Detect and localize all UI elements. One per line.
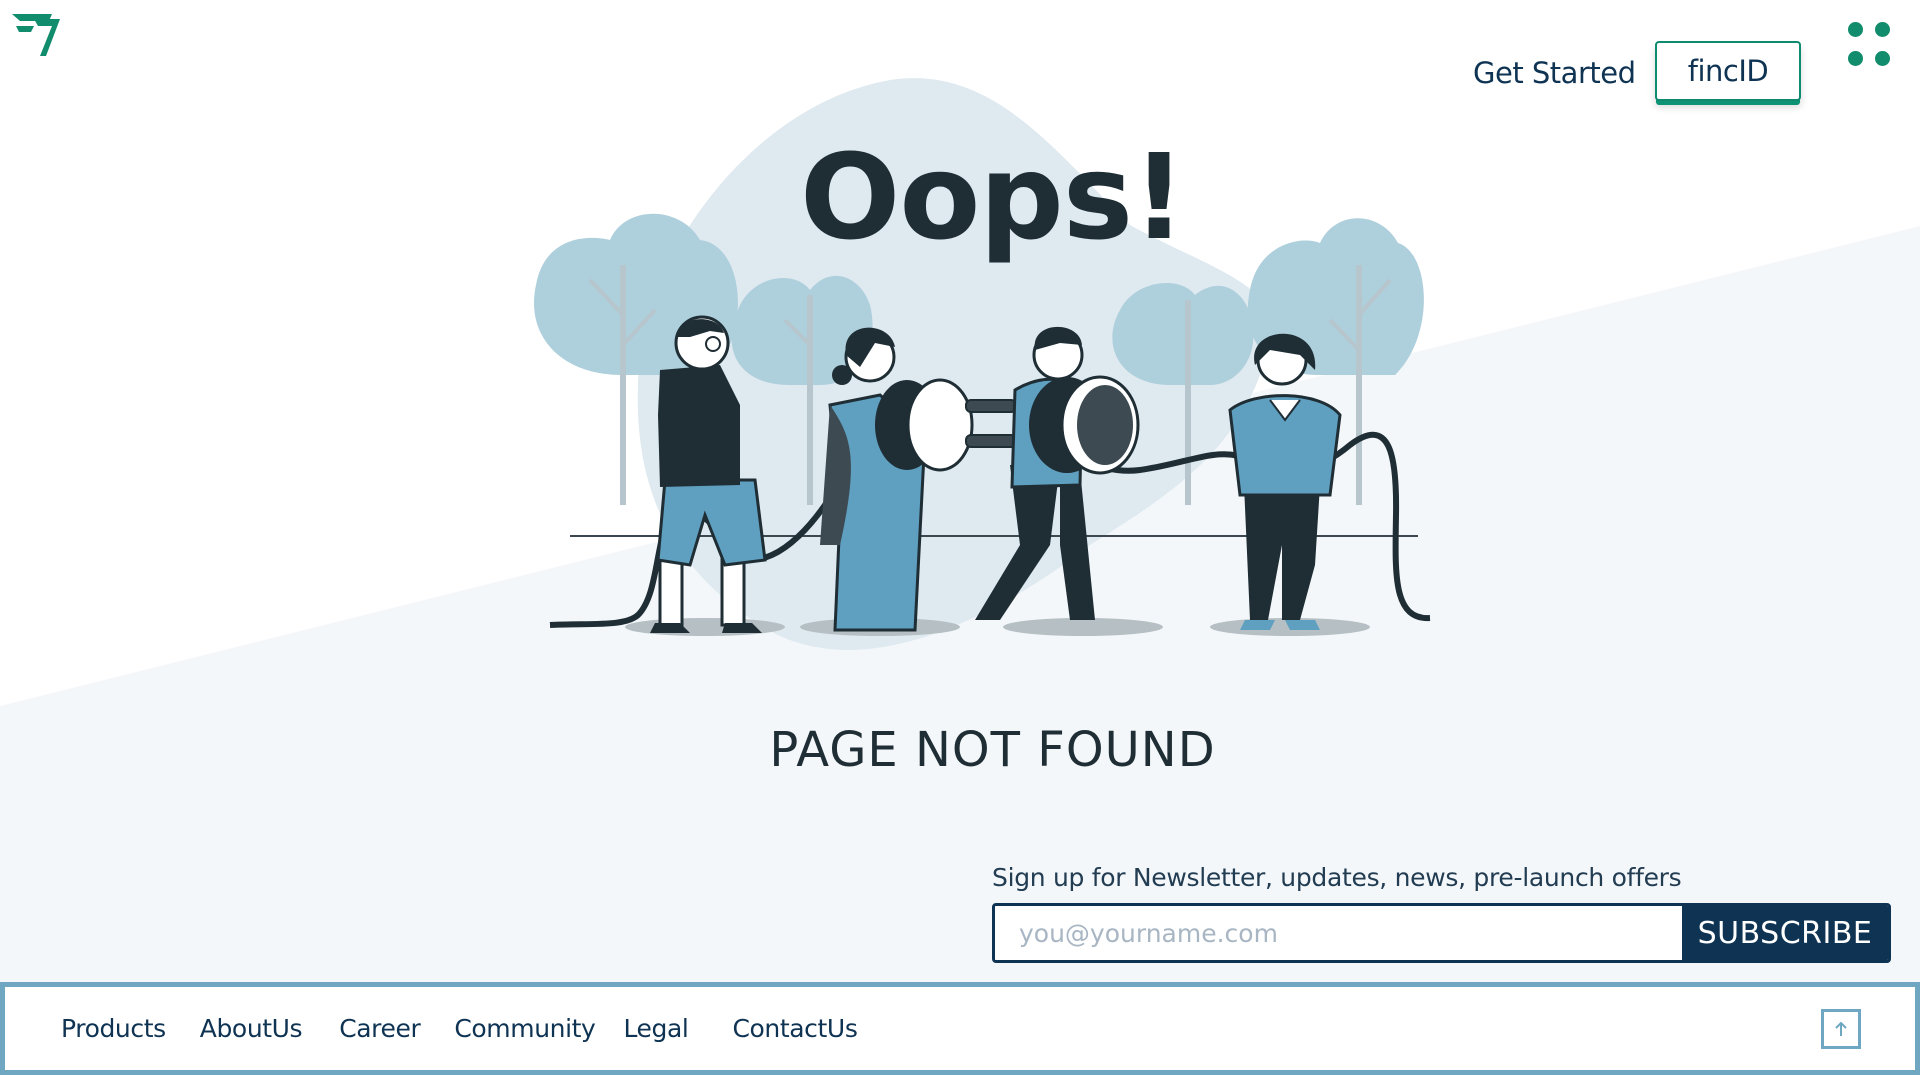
arrow-up-icon[interactable] — [1821, 1009, 1861, 1049]
footer-link-products[interactable]: Products — [61, 1014, 166, 1043]
footer-nav: Products AboutUs Career Community Legal … — [61, 987, 858, 1070]
footer-link-career[interactable]: Career — [339, 1014, 421, 1043]
get-started-link[interactable]: Get Started — [1473, 56, 1636, 90]
fs-logo-icon[interactable] — [12, 12, 62, 58]
footer-link-legal[interactable]: Legal — [623, 1014, 688, 1043]
footer: Products AboutUs Career Community Legal … — [0, 982, 1920, 1075]
footer-link-contactus[interactable]: ContactUs — [732, 1014, 857, 1043]
page-headline: Oops! — [800, 128, 1186, 266]
fincid-button[interactable]: fincID — [1655, 41, 1801, 101]
grid-dots-icon[interactable] — [1844, 20, 1894, 70]
footer-link-aboutus[interactable]: AboutUs — [200, 1014, 303, 1043]
subscribe-button[interactable]: SUBSCRIBE — [1682, 906, 1888, 960]
page-subheadline: PAGE NOT FOUND — [769, 722, 1216, 778]
newsletter-form: SUBSCRIBE — [992, 903, 1891, 963]
footer-link-community[interactable]: Community — [454, 1014, 595, 1043]
email-field[interactable] — [995, 906, 1682, 960]
newsletter-label: Sign up for Newsletter, updates, news, p… — [992, 863, 1682, 892]
